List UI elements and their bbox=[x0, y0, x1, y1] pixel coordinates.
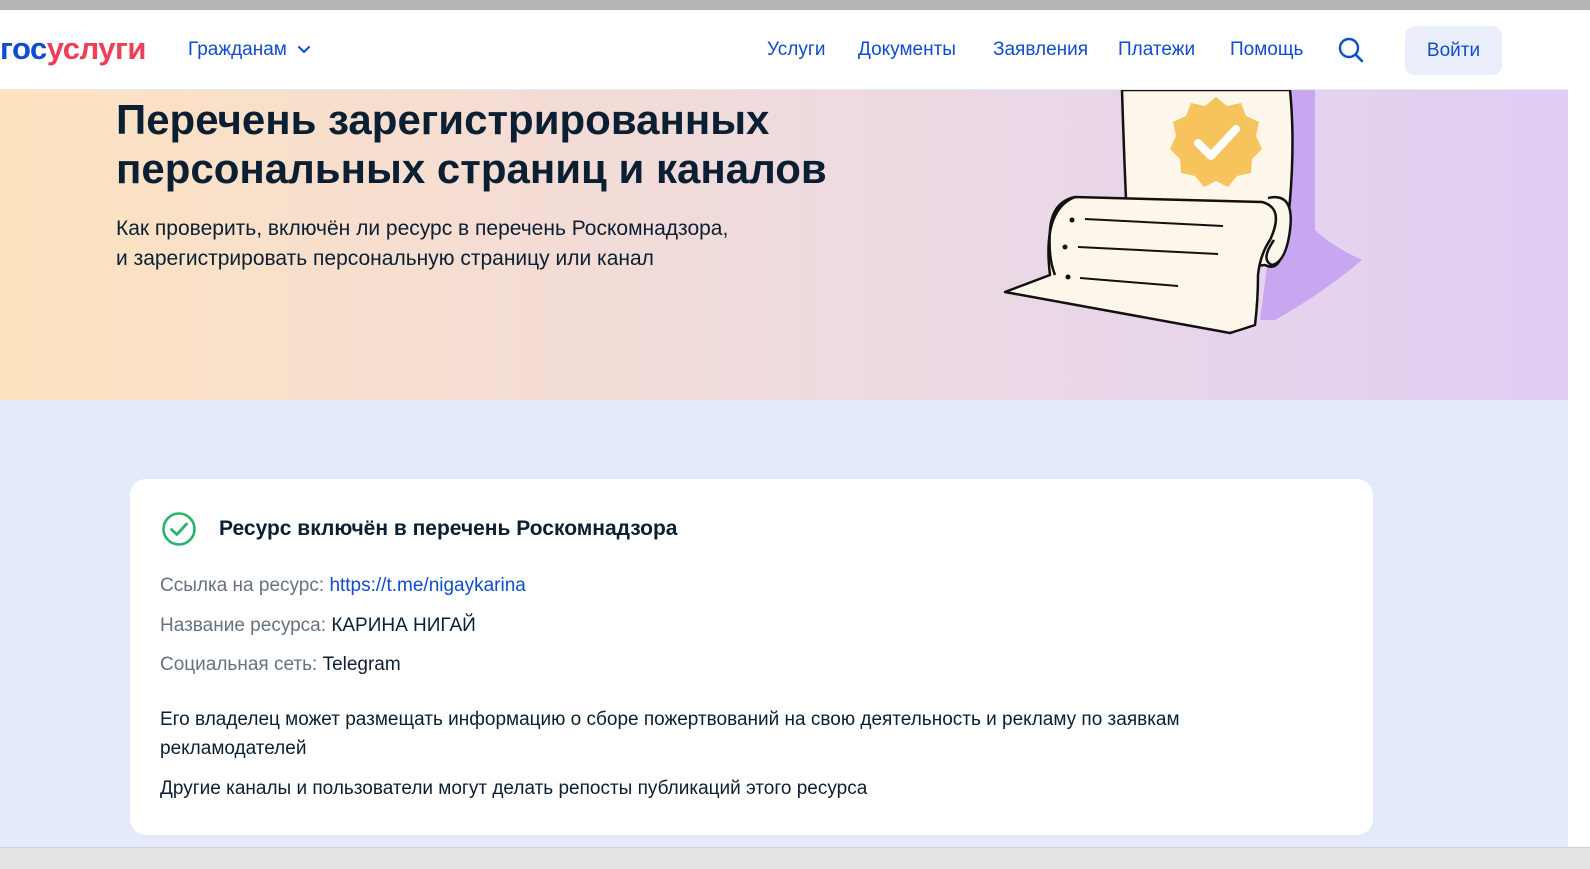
nav-applications[interactable]: Заявления bbox=[993, 38, 1088, 62]
page-subtitle-line2: и зарегистрировать персональную страницу… bbox=[116, 247, 654, 270]
page-title-line2: персональных страниц и каналов bbox=[116, 145, 827, 192]
resource-link[interactable]: https://t.me/nigaykarina bbox=[329, 575, 525, 596]
nav-help[interactable]: Помощь bbox=[1230, 38, 1303, 62]
site-header: госуслуги Гражданам Услуги Документы Зая… bbox=[0, 10, 1590, 90]
resource-link-label: Ссылка на ресурс: bbox=[160, 575, 325, 596]
result-card: Ресурс включён в перечень Роскомнадзора … bbox=[130, 479, 1373, 835]
hero-banner: Перечень зарегистрированных персональных… bbox=[0, 90, 1590, 400]
resource-name-row: Название ресурса: КАРИНА НИГАЙ bbox=[160, 613, 476, 639]
reposts-note: Другие каналы и пользователи могут делат… bbox=[160, 778, 868, 799]
page-subtitle-line1: Как проверить, включён ли ресурс в переч… bbox=[116, 217, 729, 240]
nav-documents[interactable]: Документы bbox=[858, 38, 956, 62]
page-subtitle: Как проверить, включён ли ресурс в переч… bbox=[116, 214, 816, 274]
check-circle-icon bbox=[162, 512, 196, 546]
search-icon[interactable] bbox=[1337, 36, 1365, 64]
social-network-value: Telegram bbox=[322, 654, 401, 675]
browser-top-strip bbox=[0, 0, 1590, 10]
resource-link-row: Ссылка на ресурс: https://t.me/nigaykari… bbox=[160, 573, 526, 599]
page-title-line1: Перечень зарегистрированных bbox=[116, 96, 770, 143]
resource-name-value: КАРИНА НИГАЙ bbox=[331, 615, 476, 636]
donations-ads-note: Его владелец может размещать информацию … bbox=[160, 709, 1180, 759]
scroll-certificate-illustration bbox=[1003, 90, 1362, 335]
browser-bottom-strip bbox=[0, 847, 1590, 869]
social-network-label: Социальная сеть: bbox=[160, 654, 318, 675]
login-button[interactable]: Войти bbox=[1405, 26, 1502, 75]
status-title: Ресурс включён в перечень Роскомнадзора bbox=[219, 517, 678, 540]
browser-right-edge bbox=[1568, 10, 1590, 847]
nav-payments[interactable]: Платежи bbox=[1118, 38, 1195, 62]
resource-name-label: Название ресурса: bbox=[160, 615, 327, 636]
page-title: Перечень зарегистрированных персональных… bbox=[116, 95, 876, 193]
nav-services[interactable]: Услуги bbox=[767, 38, 825, 62]
social-network-row: Социальная сеть: Telegram bbox=[160, 652, 401, 678]
